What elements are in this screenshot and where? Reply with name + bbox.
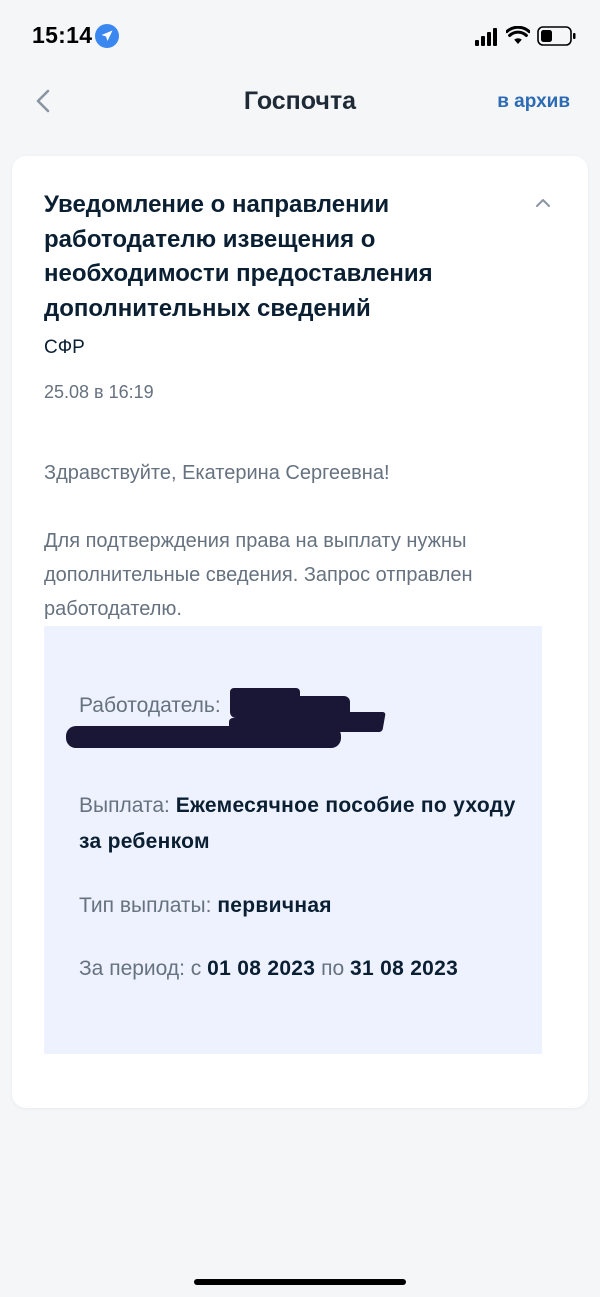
status-time: 15:14 <box>32 22 93 48</box>
message-date: 25.08 в 16:19 <box>44 382 154 402</box>
period-from-value: 01 08 2023 <box>207 957 316 980</box>
period-row: За период: с 01 08 2023 по 31 08 2023 <box>79 951 519 987</box>
status-bar: 15:14 <box>0 0 600 70</box>
wifi-icon <box>506 26 530 44</box>
signal-icon <box>475 28 497 46</box>
home-indicator[interactable] <box>194 1279 406 1285</box>
message-title: Уведомление о направлении работодателю и… <box>44 191 433 322</box>
location-arrow-icon <box>95 24 119 48</box>
period-to-label: по <box>321 957 345 980</box>
payment-type-row: Тип выплаты: первичная <box>79 888 519 924</box>
message-body: Для подтверждения права на выплату нужны… <box>44 530 473 620</box>
payment-label: Выплата: <box>79 794 170 817</box>
redaction-mark <box>229 718 339 746</box>
payment-row: Выплата: Ежемесячное пособие по уходу за… <box>79 788 519 860</box>
chevron-up-icon[interactable] <box>534 194 552 212</box>
payment-details: Работодатель: Выплата: Ежемесячное пособ… <box>44 626 542 1054</box>
employer-label: Работодатель: <box>79 694 221 717</box>
archive-button[interactable]: в архив <box>497 91 570 113</box>
period-to-value: 31 08 2023 <box>350 957 459 980</box>
battery-icon <box>537 26 576 46</box>
period-from-label: За период: с <box>79 957 202 980</box>
message-card: Уведомление о направлении работодателю и… <box>12 156 588 1108</box>
payment-type-value: первичная <box>217 894 332 917</box>
nav-bar: Госпочта в архив <box>0 75 600 130</box>
message-sender: СФР <box>44 337 85 358</box>
payment-type-label: Тип выплаты: <box>79 894 212 917</box>
message-greeting: Здравствуйте, Екатерина Сергеевна! <box>44 462 390 484</box>
